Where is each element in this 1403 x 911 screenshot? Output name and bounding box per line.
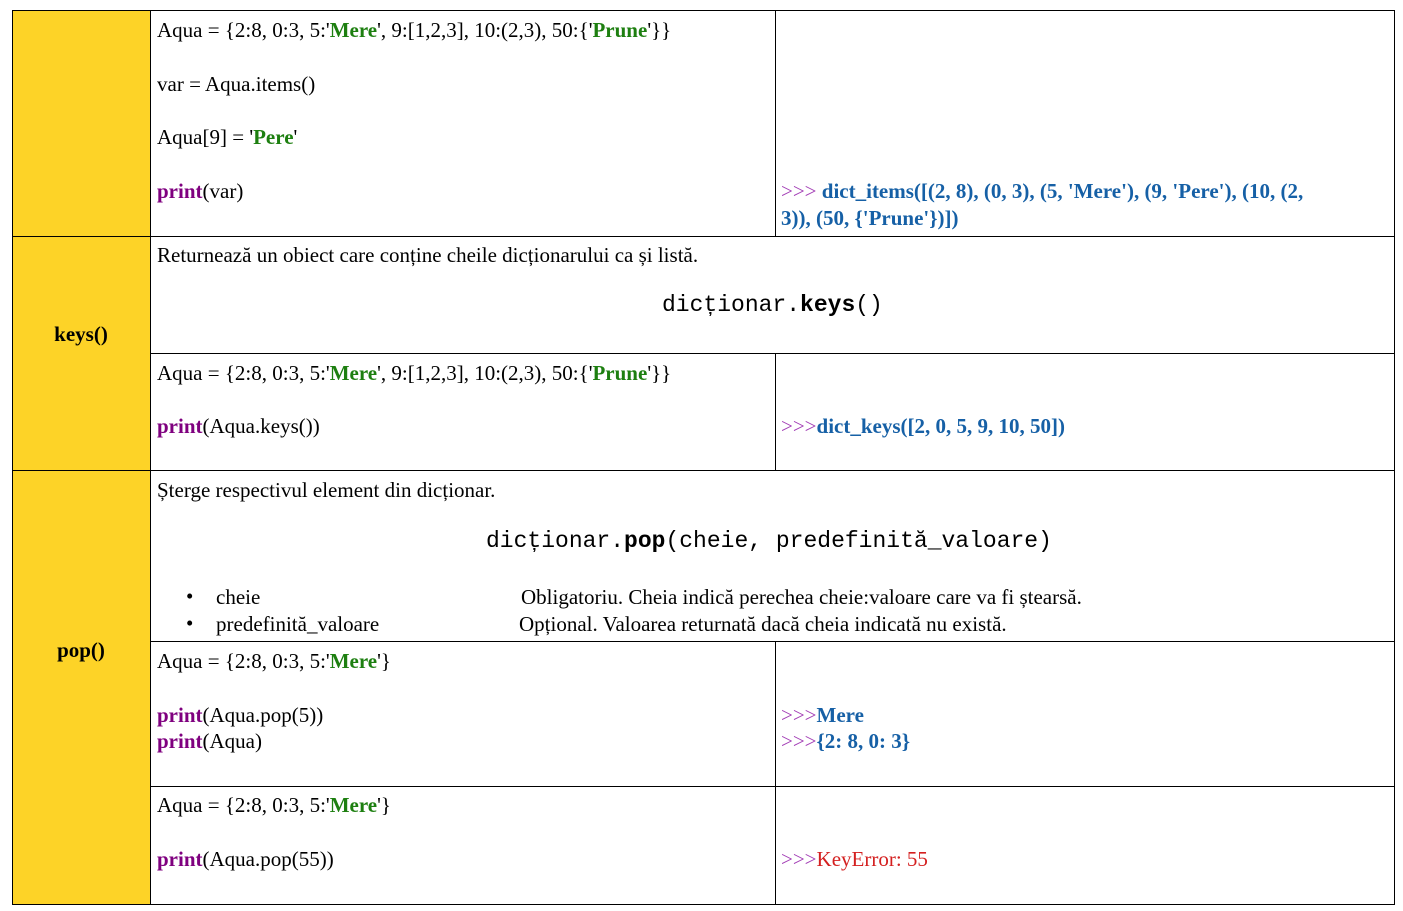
output-line: >>>dict_keys([2, 0, 5, 9, 10, 50]) [781, 414, 1066, 438]
row-divider [150, 353, 1395, 354]
bullet-icon: • [186, 611, 194, 635]
table-border-right [1394, 10, 1395, 905]
table-border-bottom [12, 904, 1395, 905]
row-divider [150, 786, 1395, 787]
code-line: Aqua = {2:8, 0:3, 5:'Mere'} [157, 649, 391, 673]
column-divider [775, 10, 776, 237]
output-line: >>>KeyError: 55 [781, 847, 928, 871]
code-line: Aqua = {2:8, 0:3, 5:'Mere', 9:[1,2,3], 1… [157, 18, 672, 42]
code-line: print(var) [157, 179, 244, 203]
code-line: print(Aqua) [157, 729, 262, 753]
method-description: Șterge respectivul element din dicționar… [157, 478, 496, 502]
table-border-left [12, 10, 13, 905]
row-divider [12, 470, 1395, 471]
output-line: >>>{2: 8, 0: 3} [781, 729, 911, 753]
row-divider [150, 641, 1395, 642]
method-syntax: dicționar.keys() [662, 292, 883, 318]
code-line: print(Aqua.keys()) [157, 414, 320, 438]
row-divider [12, 236, 1395, 237]
code-line: Aqua[9] = 'Pere' [157, 125, 298, 149]
code-line: Aqua = {2:8, 0:3, 5:'Mere'} [157, 793, 391, 817]
table-border-top [12, 10, 1395, 11]
method-name-pop: pop() [57, 638, 105, 662]
bullet-icon: • [186, 584, 194, 608]
code-line: Aqua = {2:8, 0:3, 5:'Mere', 9:[1,2,3], 1… [157, 361, 672, 385]
code-line: print(Aqua.pop(5)) [157, 703, 324, 727]
method-name-keys: keys() [54, 322, 108, 346]
method-syntax: dicționar.pop(cheie, predefinită_valoare… [486, 528, 1052, 554]
output-line: 3)), (50, {'Prune'})]) [781, 206, 959, 230]
code-line: print(Aqua.pop(55)) [157, 847, 334, 871]
column-divider [775, 353, 776, 471]
name-column [12, 10, 150, 905]
output-line: >>>Mere [781, 703, 864, 727]
method-description: Returnează un obiect care conține cheile… [157, 243, 699, 267]
output-line: >>> dict_items([(2, 8), (0, 3), (5, 'Mer… [781, 179, 1304, 203]
param-description: Opțional. Valoarea returnată dacă cheia … [519, 612, 1007, 636]
column-divider [150, 10, 151, 905]
column-divider [775, 641, 776, 905]
code-line: var = Aqua.items() [157, 72, 316, 96]
param-name: cheie [216, 585, 261, 609]
param-description: Obligatoriu. Cheia indică perechea cheie… [521, 585, 1082, 609]
param-name: predefinită_valoare [216, 612, 380, 636]
